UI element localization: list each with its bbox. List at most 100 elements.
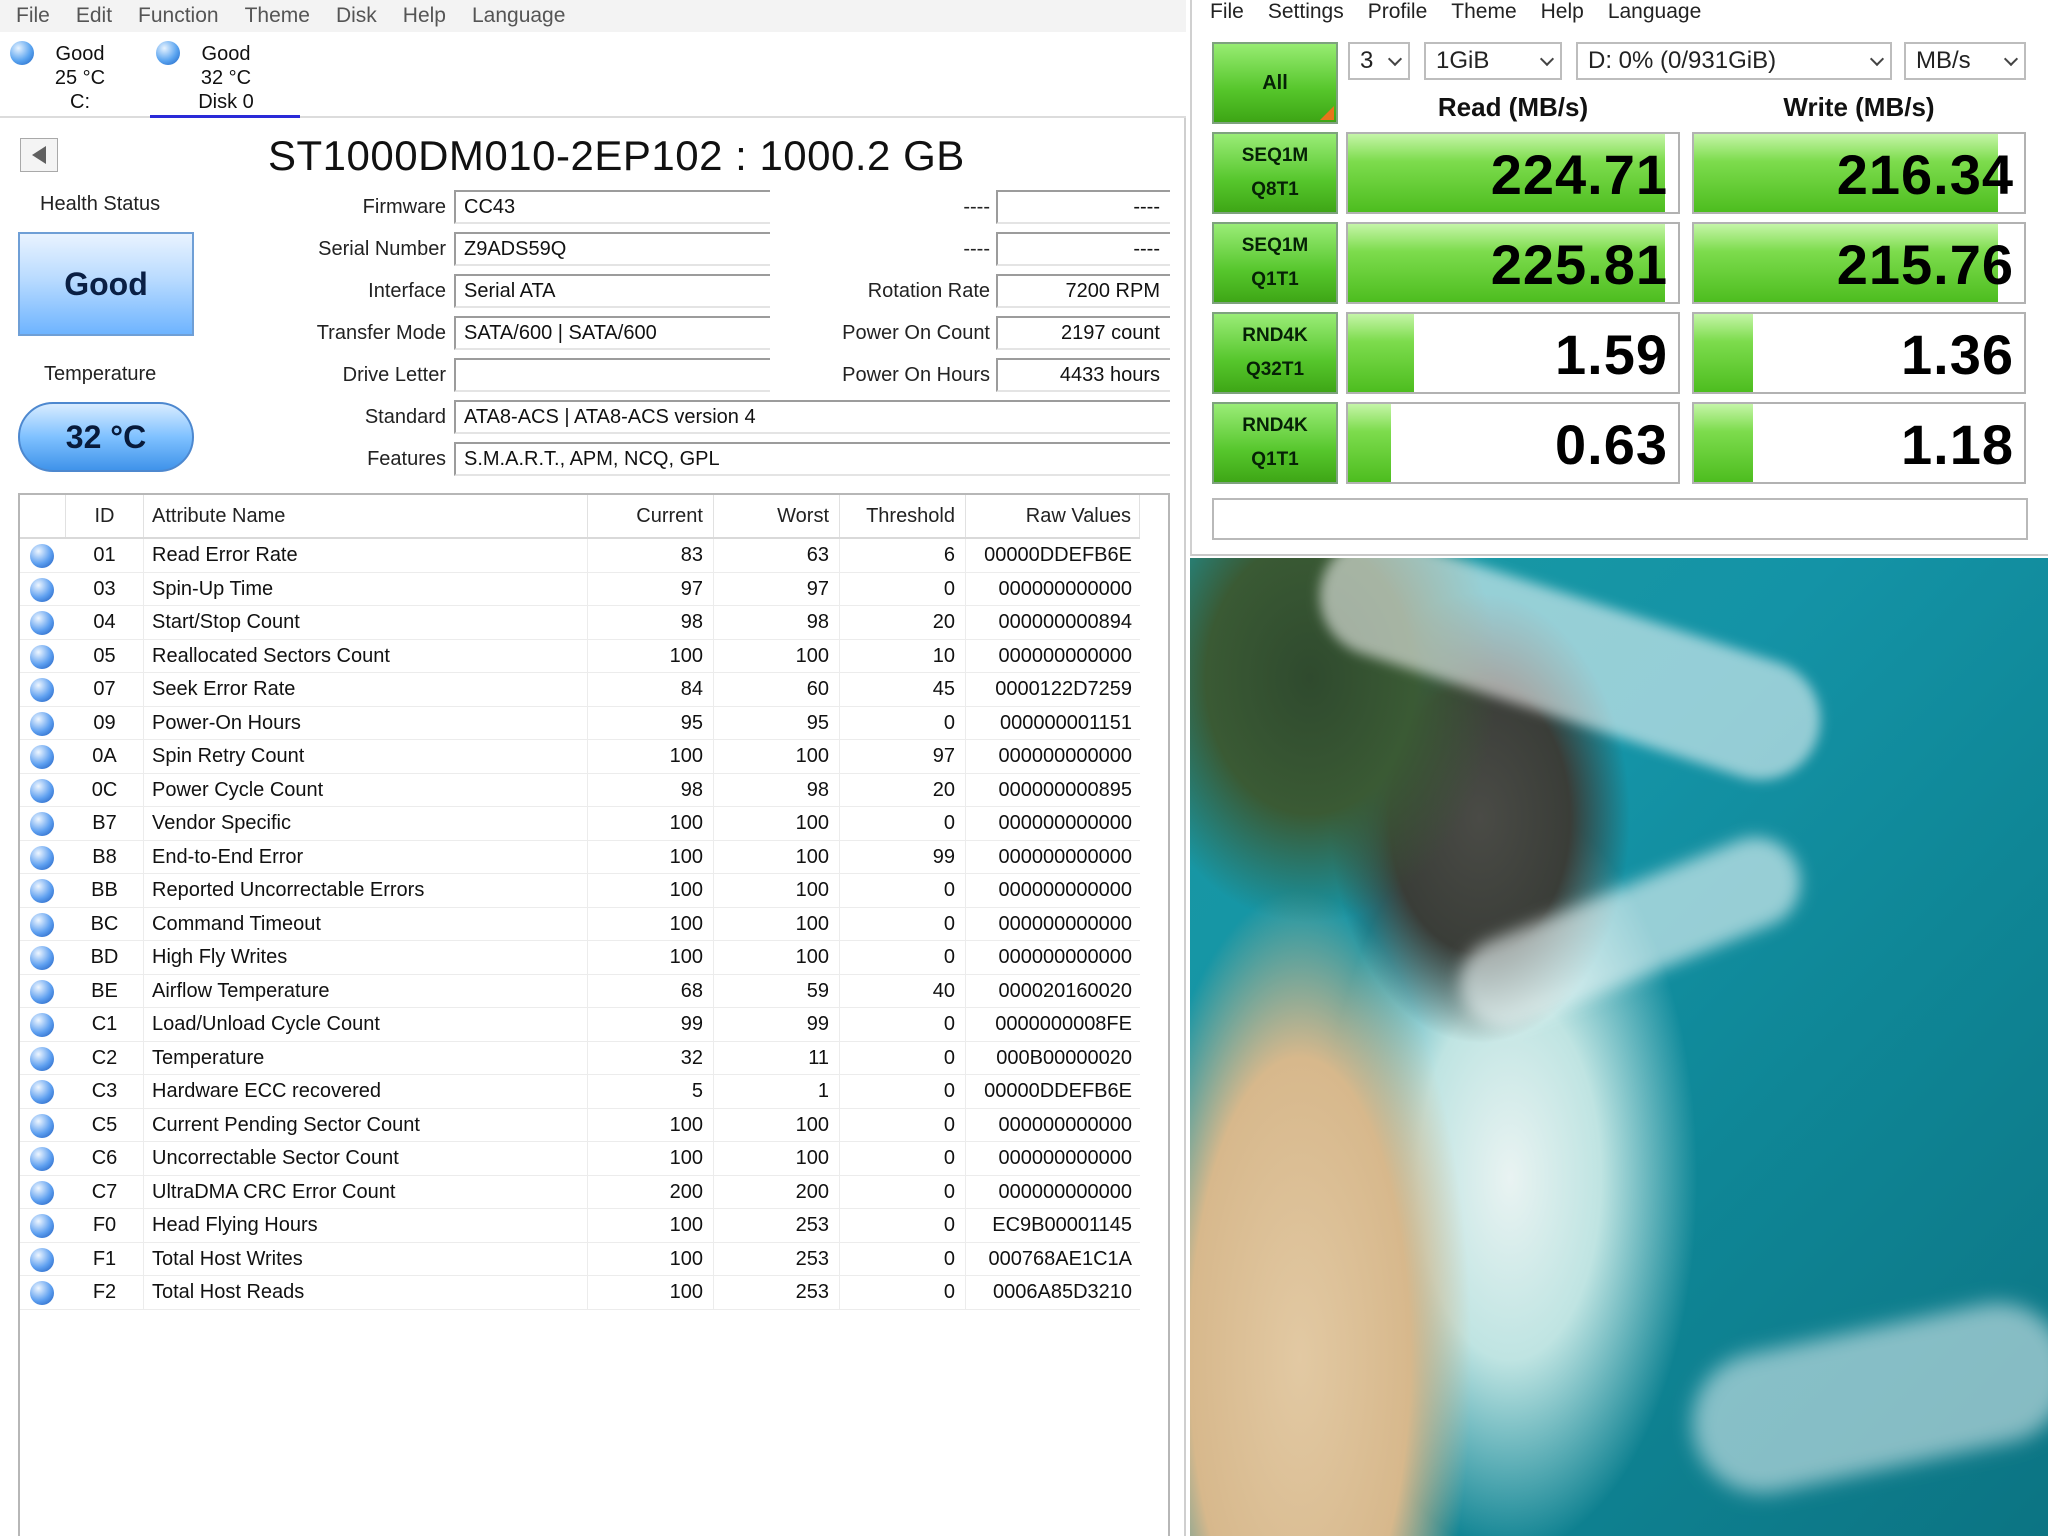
table-row[interactable]: F1 Total Host Writes 100 253 0 000768AE1C1A: [20, 1242, 1140, 1276]
table-row[interactable]: C3 Hardware ECC recovered 5 1 0 00000DDEFB6E: [20, 1075, 1140, 1109]
test-button[interactable]: RND4K Q1T1: [1212, 402, 1338, 484]
table-row[interactable]: 09 Power-On Hours 95 95 0 000000001151: [20, 706, 1140, 740]
table-row[interactable]: F0 Head Flying Hours 100 253 0 EC9B00001145: [20, 1209, 1140, 1243]
cdm-menubar: File Settings Profile Theme Help Languag…: [1192, 0, 2048, 24]
run-all-button[interactable]: All: [1212, 42, 1338, 124]
current-column-header[interactable]: Current: [588, 495, 714, 537]
menu-file[interactable]: File: [1210, 0, 1244, 24]
menu-disk[interactable]: Disk: [336, 4, 377, 28]
drive-letter-field: [454, 358, 770, 392]
previous-disk-button[interactable]: [20, 138, 58, 172]
attribute-name-column-header[interactable]: Attribute Name: [144, 495, 588, 537]
attribute-raw-value: 0000122D7259: [995, 678, 1132, 700]
attribute-name: Vendor Specific: [144, 807, 588, 840]
attribute-worst: 100: [714, 807, 840, 840]
attribute-threshold: 0: [840, 1242, 966, 1276]
temperature-value[interactable]: 32 °C: [18, 402, 194, 472]
comment-field[interactable]: [1212, 498, 2028, 540]
test-count-select[interactable]: 3: [1348, 42, 1410, 80]
table-row[interactable]: C1 Load/Unload Cycle Count 99 99 0 0000000008…: [20, 1008, 1140, 1042]
table-row[interactable]: BD High Fly Writes 100 100 0 000000000000: [20, 941, 1140, 975]
table-row[interactable]: C2 Temperature 32 11 0 000B00000020: [20, 1041, 1140, 1075]
table-row[interactable]: B7 Vendor Specific 100 100 0 000000000000: [20, 807, 1140, 841]
attribute-id: C2: [66, 1041, 144, 1075]
menu-help[interactable]: Help: [403, 4, 446, 28]
table-row[interactable]: C7 UltraDMA CRC Error Count 200 200 0 0000000…: [20, 1175, 1140, 1209]
id-column-header[interactable]: ID: [66, 495, 144, 537]
table-row[interactable]: BC Command Timeout 100 100 0 000000000000: [20, 907, 1140, 941]
threshold-column-header[interactable]: Threshold: [840, 495, 966, 537]
status-column-header[interactable]: [20, 495, 66, 537]
table-row[interactable]: 05 Reallocated Sectors Count 100 100 10 00000…: [20, 639, 1140, 673]
raw-values-column-header[interactable]: Raw Values: [966, 495, 1140, 537]
write-value: 215.76: [1836, 233, 2014, 296]
smart-attributes-table[interactable]: ID Attribute Name Current Worst Threshol…: [18, 493, 1170, 1536]
table-row[interactable]: C5 Current Pending Sector Count 100 100 0 000…: [20, 1108, 1140, 1142]
table-row[interactable]: 0A Spin Retry Count 100 100 97 000000000000: [20, 740, 1140, 774]
menu-function[interactable]: Function: [138, 4, 219, 28]
attribute-id: B8: [66, 840, 144, 874]
attribute-id: C3: [66, 1075, 144, 1108]
attribute-worst: 11: [714, 1041, 840, 1075]
table-row[interactable]: B8 End-to-End Error 100 100 99 000000000000: [20, 840, 1140, 874]
attribute-threshold: 20: [840, 606, 966, 639]
table-row[interactable]: BB Reported Uncorrectable Errors 100 100 0 00…: [20, 874, 1140, 908]
attribute-name: Power Cycle Count: [144, 773, 588, 807]
status-dot-icon: [30, 745, 54, 769]
attribute-worst: 100: [714, 1108, 840, 1142]
unknown-label-2: ----: [963, 238, 990, 260]
menu-theme[interactable]: Theme: [245, 4, 310, 28]
drive-select[interactable]: D: 0% (0/931GiB): [1576, 42, 1892, 80]
attribute-name: Spin-Up Time: [144, 572, 588, 606]
read-result: 1.59: [1346, 312, 1680, 394]
power-on-count-field: 2197 count: [996, 316, 1170, 350]
attribute-name: Start/Stop Count: [144, 606, 588, 639]
test-button[interactable]: RND4K Q32T1: [1212, 312, 1338, 394]
test-size-select[interactable]: 1GiB: [1424, 42, 1562, 80]
disk-tab-c[interactable]: Good 25 °C C:: [4, 36, 154, 118]
menu-language[interactable]: Language: [472, 4, 565, 28]
rotation-rate-field: 7200 RPM: [996, 274, 1170, 308]
status-dot-icon: [30, 946, 54, 970]
table-row[interactable]: F2 Total Host Reads 100 253 0 0006A85D3210: [20, 1276, 1140, 1310]
unit-select[interactable]: MB/s: [1904, 42, 2026, 80]
worst-column-header[interactable]: Worst: [714, 495, 840, 537]
menu-theme[interactable]: Theme: [1451, 0, 1516, 24]
power-on-hours-field: 4433 hours: [996, 358, 1170, 392]
attribute-current: 98: [588, 773, 714, 807]
attribute-threshold: 10: [840, 639, 966, 673]
test-button[interactable]: SEQ1M Q8T1: [1212, 132, 1338, 214]
attribute-threshold: 0: [840, 941, 966, 974]
table-header: ID Attribute Name Current Worst Threshol…: [20, 495, 1140, 539]
attribute-threshold: 0: [840, 1209, 966, 1242]
table-row[interactable]: 01 Read Error Rate 83 63 6 00000DDEFB6E: [20, 539, 1140, 573]
table-row[interactable]: 04 Start/Stop Count 98 98 20 000000000894: [20, 606, 1140, 640]
table-row[interactable]: 0C Power Cycle Count 98 98 20 000000000895: [20, 773, 1140, 807]
test-button[interactable]: SEQ1M Q1T1: [1212, 222, 1338, 304]
write-result: 1.18: [1692, 402, 2026, 484]
menu-help[interactable]: Help: [1541, 0, 1584, 24]
table-row[interactable]: BE Airflow Temperature 68 59 40 000020160020: [20, 974, 1140, 1008]
table-row[interactable]: 07 Seek Error Rate 84 60 45 0000122D7259: [20, 673, 1140, 707]
menu-settings[interactable]: Settings: [1268, 0, 1344, 24]
attribute-current: 100: [588, 840, 714, 874]
status-dot-icon: [30, 1147, 54, 1171]
status-dot-icon: [30, 1080, 54, 1104]
table-row[interactable]: 03 Spin-Up Time 97 97 0 000000000000: [20, 572, 1140, 606]
table-row[interactable]: C6 Uncorrectable Sector Count 100 100 0 00000…: [20, 1142, 1140, 1176]
disk-temp: 32 °C: [200, 67, 252, 89]
menu-language[interactable]: Language: [1608, 0, 1701, 24]
status-dot-icon: [30, 1180, 54, 1205]
transfer-mode-field: SATA/600 | SATA/600: [454, 316, 770, 350]
attribute-threshold: 0: [840, 1142, 966, 1175]
attribute-name: Airflow Temperature: [144, 974, 588, 1008]
attribute-worst: 95: [714, 706, 840, 740]
menu-file[interactable]: File: [16, 4, 50, 28]
menu-edit[interactable]: Edit: [76, 4, 112, 28]
drive-value: D: 0% (0/931GiB): [1588, 47, 1777, 74]
disk-tab-disk0[interactable]: Good 32 °C Disk 0: [150, 36, 300, 118]
attribute-threshold: 0: [840, 706, 966, 740]
attribute-threshold: 40: [840, 974, 966, 1008]
menu-profile[interactable]: Profile: [1368, 0, 1428, 24]
health-status-button[interactable]: Good: [18, 232, 194, 336]
